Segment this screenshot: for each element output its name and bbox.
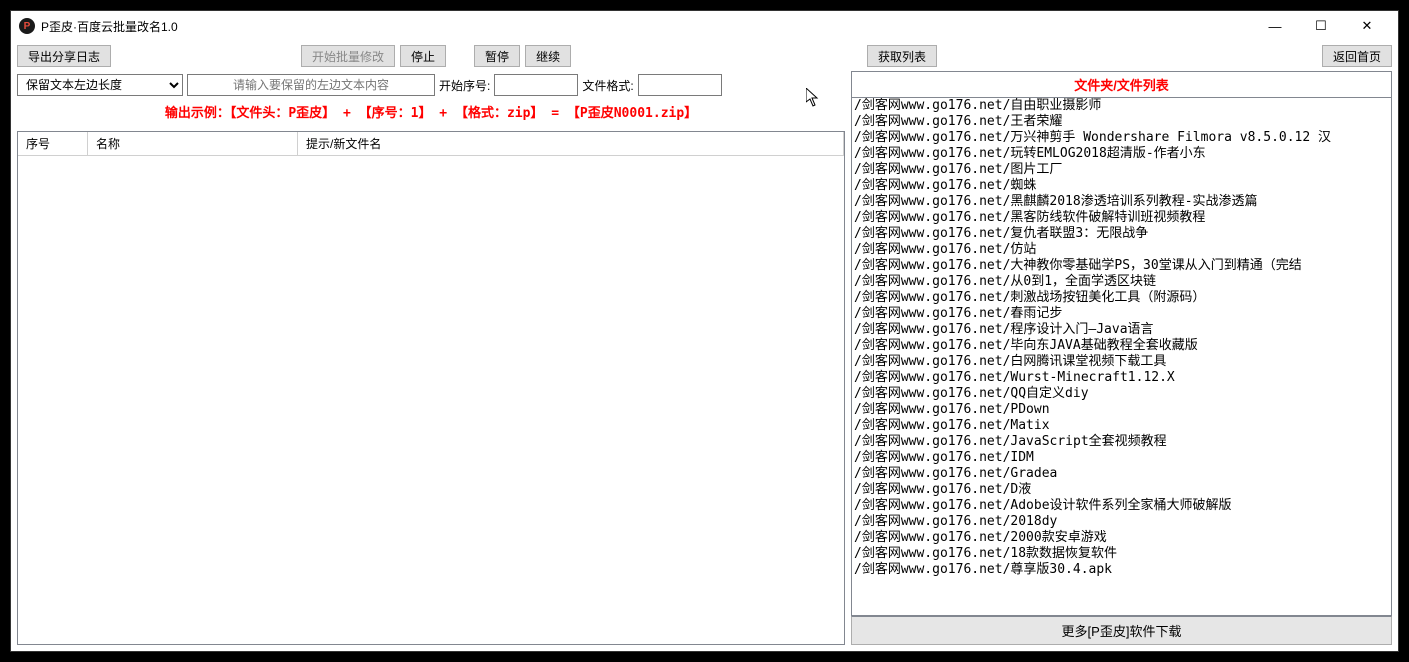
list-item[interactable]: /剑客网www.go176.net/王者荣耀 <box>852 114 1391 130</box>
app-window: P P歪皮·百度云批量改名1.0 — ☐ ✕ 导出分享日志 开始批量修改 停止 … <box>10 10 1399 652</box>
right-panel: 文件夹/文件列表 /剑客网www.go176.net/自由职业摄影师/剑客网ww… <box>851 71 1392 645</box>
filter-row: 保留文本左边长度 开始序号: 文件格式: <box>17 71 845 99</box>
start-seq-input[interactable] <box>494 74 578 96</box>
app-icon: P <box>19 18 35 34</box>
mode-select[interactable]: 保留文本左边长度 <box>17 74 183 96</box>
start-batch-button[interactable]: 开始批量修改 <box>301 45 395 67</box>
minimize-button[interactable]: — <box>1252 11 1298 41</box>
list-item[interactable]: /剑客网www.go176.net/PDown <box>852 402 1391 418</box>
list-item[interactable]: /剑客网www.go176.net/仿站 <box>852 242 1391 258</box>
list-item[interactable]: /剑客网www.go176.net/Wurst-Minecraft1.12.X <box>852 370 1391 386</box>
list-item[interactable]: /剑客网www.go176.net/图片工厂 <box>852 162 1391 178</box>
file-format-label: 文件格式: <box>582 77 633 94</box>
result-table[interactable]: 序号 名称 提示/新文件名 <box>17 131 845 645</box>
list-item[interactable]: /剑客网www.go176.net/刺激战场按钮美化工具（附源码） <box>852 290 1391 306</box>
table-header: 序号 名称 提示/新文件名 <box>18 132 844 156</box>
list-item[interactable]: /剑客网www.go176.net/自由职业摄影师 <box>852 98 1391 114</box>
list-item[interactable]: /剑客网www.go176.net/D液 <box>852 482 1391 498</box>
list-item[interactable]: /剑客网www.go176.net/IDM <box>852 450 1391 466</box>
list-item[interactable]: /剑客网www.go176.net/2018dy <box>852 514 1391 530</box>
list-item[interactable]: /剑客网www.go176.net/JavaScript全套视频教程 <box>852 434 1391 450</box>
get-list-button[interactable]: 获取列表 <box>867 45 937 67</box>
col-hint[interactable]: 提示/新文件名 <box>298 132 844 155</box>
list-item[interactable]: /剑客网www.go176.net/18款数据恢复软件 <box>852 546 1391 562</box>
content: 保留文本左边长度 开始序号: 文件格式: 输出示例：【文件头：P歪皮】 + 【序… <box>11 71 1398 651</box>
more-downloads-button[interactable]: 更多[P歪皮]软件下载 <box>851 616 1392 645</box>
list-item[interactable]: /剑客网www.go176.net/大神教你零基础学PS，30堂课从入门到精通（… <box>852 258 1391 274</box>
continue-button[interactable]: 继续 <box>525 45 571 67</box>
list-item[interactable]: /剑客网www.go176.net/从0到1，全面学透区块链 <box>852 274 1391 290</box>
list-item[interactable]: /剑客网www.go176.net/程序设计入门—Java语言 <box>852 322 1391 338</box>
list-item[interactable]: /剑客网www.go176.net/黑麒麟2018渗透培训系列教程-实战渗透篇 <box>852 194 1391 210</box>
list-item[interactable]: /剑客网www.go176.net/万兴神剪手 Wondershare Film… <box>852 130 1391 146</box>
list-item[interactable]: /剑客网www.go176.net/复仇者联盟3：无限战争 <box>852 226 1391 242</box>
export-log-button[interactable]: 导出分享日志 <box>17 45 111 67</box>
file-list-header: 文件夹/文件列表 <box>851 71 1392 97</box>
titlebar: P P歪皮·百度云批量改名1.0 — ☐ ✕ <box>11 11 1398 41</box>
window-title: P歪皮·百度云批量改名1.0 <box>41 18 178 35</box>
keep-text-input[interactable] <box>187 74 435 96</box>
list-item[interactable]: /剑客网www.go176.net/白网腾讯课堂视频下载工具 <box>852 354 1391 370</box>
file-list[interactable]: /剑客网www.go176.net/自由职业摄影师/剑客网www.go176.n… <box>851 97 1392 616</box>
pause-button[interactable]: 暂停 <box>474 45 520 67</box>
list-item[interactable]: /剑客网www.go176.net/Adobe设计软件系列全家桶大师破解版 <box>852 498 1391 514</box>
close-button[interactable]: ✕ <box>1344 11 1390 41</box>
list-item[interactable]: /剑客网www.go176.net/Gradea <box>852 466 1391 482</box>
list-item[interactable]: /剑客网www.go176.net/春雨记步 <box>852 306 1391 322</box>
left-panel: 保留文本左边长度 开始序号: 文件格式: 输出示例：【文件头：P歪皮】 + 【序… <box>17 71 845 645</box>
list-item[interactable]: /剑客网www.go176.net/毕向东JAVA基础教程全套收藏版 <box>852 338 1391 354</box>
list-item[interactable]: /剑客网www.go176.net/尊享版30.4.apk <box>852 562 1391 578</box>
file-format-input[interactable] <box>638 74 722 96</box>
list-item[interactable]: /剑客网www.go176.net/黑客防线软件破解特训班视频教程 <box>852 210 1391 226</box>
list-item[interactable]: /剑客网www.go176.net/Matix <box>852 418 1391 434</box>
col-index[interactable]: 序号 <box>18 132 88 155</box>
maximize-button[interactable]: ☐ <box>1298 11 1344 41</box>
list-item[interactable]: /剑客网www.go176.net/蜘蛛 <box>852 178 1391 194</box>
list-item[interactable]: /剑客网www.go176.net/玩转EMLOG2018超清版-作者小东 <box>852 146 1391 162</box>
list-item[interactable]: /剑客网www.go176.net/2000款安卓游戏 <box>852 530 1391 546</box>
back-home-button[interactable]: 返回首页 <box>1322 45 1392 67</box>
col-name[interactable]: 名称 <box>88 132 298 155</box>
window-controls: — ☐ ✕ <box>1252 11 1390 41</box>
start-seq-label: 开始序号: <box>439 77 490 94</box>
toolbar: 导出分享日志 开始批量修改 停止 暂停 继续 获取列表 返回首页 <box>11 41 1398 71</box>
stop-button[interactable]: 停止 <box>400 45 446 67</box>
example-output: 输出示例：【文件头：P歪皮】 + 【序号：1】 + 【格式：zip】 = 【P歪… <box>17 103 845 125</box>
list-item[interactable]: /剑客网www.go176.net/QQ自定义diy <box>852 386 1391 402</box>
